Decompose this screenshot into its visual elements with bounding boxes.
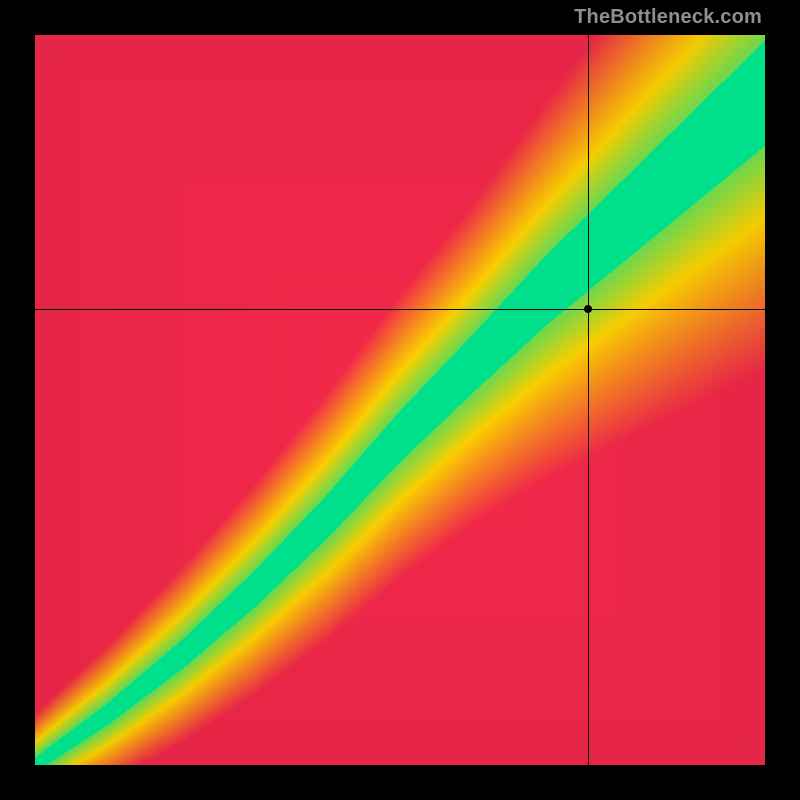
heatmap-plot bbox=[35, 35, 765, 765]
chart-frame: TheBottleneck.com bbox=[0, 0, 800, 800]
crosshair-vertical bbox=[588, 35, 589, 765]
crosshair-horizontal bbox=[35, 309, 765, 310]
heatmap-canvas bbox=[35, 35, 765, 765]
watermark-label: TheBottleneck.com bbox=[574, 6, 762, 29]
crosshair-marker bbox=[584, 305, 592, 313]
